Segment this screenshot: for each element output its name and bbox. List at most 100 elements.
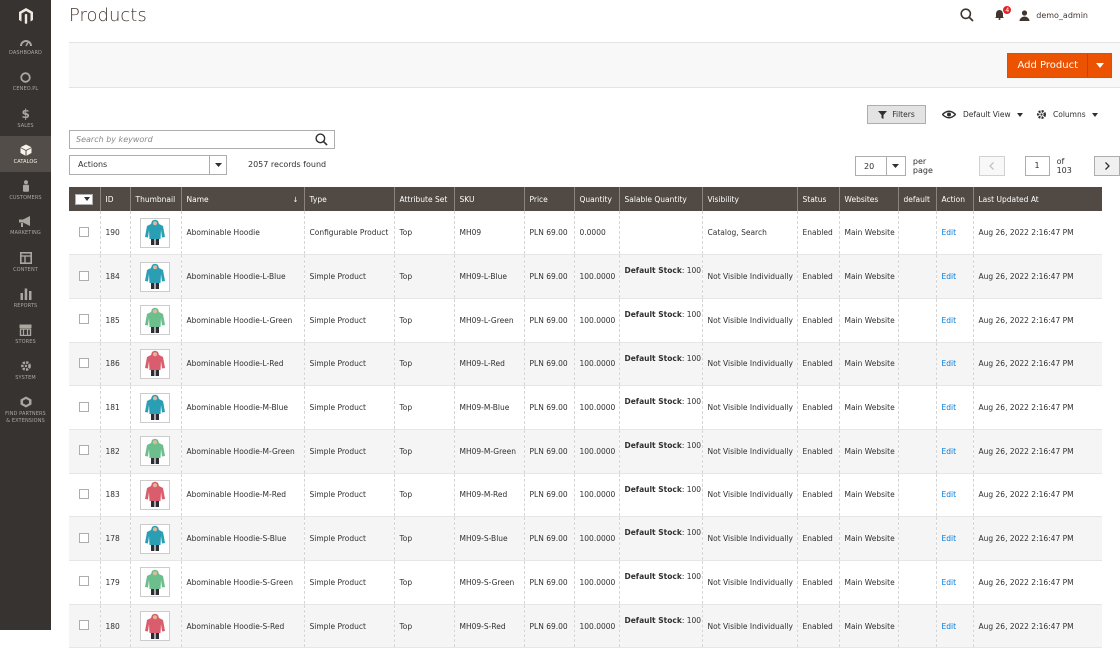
cell-quantity: 100.0000 — [573, 516, 619, 561]
column-header-salable-quantity: Salable Quantity — [618, 187, 702, 211]
row-checkbox[interactable] — [79, 401, 89, 412]
product-thumbnail[interactable] — [139, 611, 170, 642]
table-row[interactable]: 182 Abominable Hoodie-M-Green Simple Produ… — [69, 429, 1102, 474]
edit-link[interactable]: Edit — [942, 534, 957, 543]
search-icon[interactable] — [960, 8, 974, 22]
cell-type: Simple Product — [303, 254, 394, 299]
column-header-sku[interactable]: SKU — [453, 187, 524, 211]
nav-catalog[interactable]: CATALOG — [0, 136, 51, 172]
edit-link[interactable]: Edit — [942, 359, 957, 368]
column-header-attribute-set[interactable]: Attribute Set — [393, 187, 454, 211]
column-header-websites[interactable]: Websites — [838, 187, 898, 211]
table-row[interactable]: 180 Abominable Hoodie-S-Red Simple Product… — [69, 604, 1102, 648]
row-checkbox[interactable] — [79, 488, 89, 499]
search-icon[interactable] — [315, 133, 328, 146]
cell-id: 183 — [99, 473, 130, 518]
cell-attribute-set: Top — [393, 560, 454, 605]
cell-thumbnail — [129, 254, 181, 299]
edit-link[interactable]: Edit — [942, 447, 957, 456]
table-row[interactable]: 178 Abominable Hoodie-S-Blue Simple Produc… — [69, 516, 1102, 561]
nav-label: CUSTOMERS — [9, 194, 42, 201]
product-thumbnail[interactable] — [139, 261, 170, 292]
nav-sales[interactable]: $ SALES — [0, 100, 51, 136]
table-row[interactable]: 179 Abominable Hoodie-S-Green Simple Produ… — [69, 560, 1102, 605]
cell-websites: Main Website — [838, 342, 898, 387]
edit-link[interactable]: Edit — [942, 490, 957, 499]
row-checkbox[interactable] — [79, 532, 89, 543]
column-header-price[interactable]: Price — [523, 187, 574, 211]
magento-logo-icon[interactable] — [18, 8, 33, 24]
nav-ceneo[interactable]: CENEO.PL — [0, 64, 51, 100]
product-thumbnail[interactable] — [139, 348, 170, 379]
nav-partners[interactable]: FIND PARTNERS & EXTENSIONS — [0, 388, 51, 432]
column-header-name[interactable]: Name — [180, 187, 304, 211]
cell-status: Enabled — [796, 429, 839, 474]
table-row[interactable]: 190 Abominable Hoodie Configurable Product… — [69, 211, 1102, 256]
row-checkbox[interactable] — [79, 270, 89, 281]
cell-quantity: 100.0000 — [573, 560, 619, 605]
column-header-id[interactable]: ID — [99, 187, 130, 211]
row-checkbox[interactable] — [79, 445, 89, 456]
table-row[interactable]: 185 Abominable Hoodie-L-Green Simple Produ… — [69, 298, 1102, 343]
cell-last-updated: Aug 26, 2022 2:16:47 PM — [972, 604, 1102, 648]
row-checkbox[interactable] — [79, 226, 89, 237]
previous-page-button[interactable] — [978, 156, 1005, 176]
edit-link[interactable]: Edit — [942, 578, 957, 587]
nav-marketing[interactable]: MARKETING — [0, 208, 51, 244]
nav-dashboard[interactable]: DASHBOARD — [0, 28, 51, 64]
product-thumbnail[interactable] — [139, 523, 170, 554]
edit-link[interactable]: Edit — [942, 272, 957, 281]
notifications-button[interactable]: 4 — [994, 4, 1013, 22]
product-thumbnail[interactable] — [139, 217, 170, 248]
edit-link[interactable]: Edit — [942, 316, 957, 325]
nav-reports[interactable]: REPORTS — [0, 280, 51, 316]
nav-customers[interactable]: CUSTOMERS — [0, 172, 51, 208]
row-checkbox[interactable] — [79, 314, 89, 325]
product-thumbnail[interactable] — [139, 479, 170, 510]
user-menu[interactable]: demo_admin — [1019, 9, 1088, 21]
table-row[interactable]: 181 Abominable Hoodie-M-Blue Simple Produc… — [69, 385, 1102, 430]
cell-visibility: Not Visible Individually — [701, 298, 797, 343]
cell-default — [897, 298, 936, 343]
row-checkbox[interactable] — [79, 620, 89, 631]
cell-price: PLN 69.00 — [523, 560, 574, 605]
product-thumbnail[interactable] — [139, 436, 170, 467]
nav-label: CATALOG — [13, 158, 38, 165]
product-thumbnail[interactable] — [139, 305, 170, 336]
edit-link[interactable]: Edit — [942, 228, 957, 237]
column-header-default[interactable]: default — [897, 187, 936, 211]
product-thumbnail[interactable] — [139, 392, 170, 423]
column-header-type[interactable]: Type — [303, 187, 394, 211]
current-page-input[interactable]: 1 — [1024, 156, 1050, 176]
table-row[interactable]: 184 Abominable Hoodie-L-Blue Simple Produc… — [69, 254, 1102, 299]
edit-link[interactable]: Edit — [942, 622, 957, 631]
filters-button[interactable]: Filters — [867, 105, 926, 124]
per-page-select[interactable]: 20 — [855, 156, 906, 176]
search-input[interactable] — [70, 131, 300, 148]
table-row[interactable]: 186 Abominable Hoodie-L-Red Simple Product… — [69, 342, 1102, 387]
column-header-last-updated[interactable]: Last Updated At — [972, 187, 1102, 211]
mass-actions-select[interactable]: Actions — [69, 155, 227, 175]
column-header-visibility[interactable]: Visibility — [701, 187, 797, 211]
row-checkbox[interactable] — [79, 576, 89, 587]
table-body: 190 Abominable Hoodie Configurable Product… — [69, 211, 1102, 648]
table-row[interactable]: 183 Abominable Hoodie-M-Red Simple Product… — [69, 473, 1102, 518]
product-thumbnail[interactable] — [139, 567, 170, 598]
add-product-dropdown-toggle[interactable] — [1087, 54, 1111, 77]
nav-system[interactable]: SYSTEM — [0, 352, 51, 388]
view-switcher[interactable]: Default View — [942, 106, 1023, 123]
nav-content[interactable]: CONTENT — [0, 244, 51, 280]
row-checkbox[interactable] — [79, 357, 89, 368]
cell-thumbnail — [129, 342, 181, 387]
add-product-button[interactable]: Add Product — [1007, 53, 1112, 78]
column-header-quantity[interactable]: Quantity — [573, 187, 619, 211]
columns-switcher[interactable]: Columns — [1036, 106, 1098, 123]
cell-action: Edit — [935, 385, 973, 430]
select-all-checkbox[interactable] — [69, 187, 100, 211]
next-page-button[interactable] — [1094, 156, 1120, 176]
edit-link[interactable]: Edit — [942, 403, 957, 412]
salable-stock-value: : 100 — [681, 615, 702, 625]
nav-stores[interactable]: STORES — [0, 316, 51, 352]
pagination: 20 per page 1 of 103 — [855, 156, 1120, 176]
column-header-status[interactable]: Status — [796, 187, 839, 211]
